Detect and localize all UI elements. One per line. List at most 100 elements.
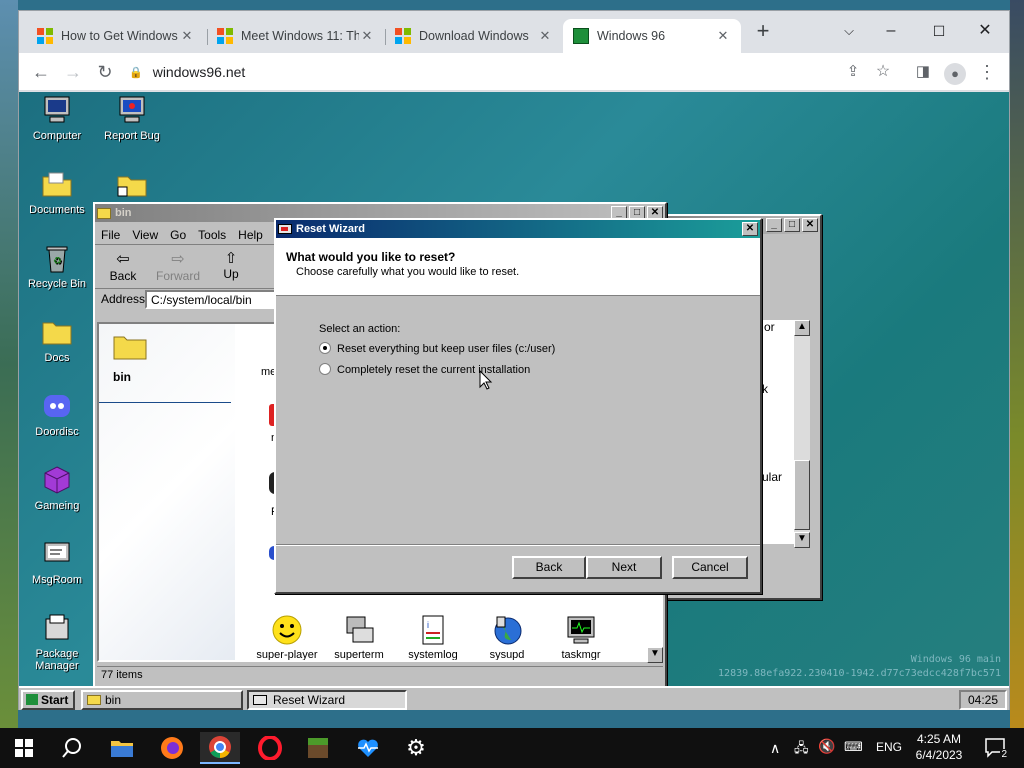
desktop-icon-docs[interactable]: Docs bbox=[19, 316, 95, 364]
scroll-thumb[interactable] bbox=[794, 460, 810, 530]
close-tab-icon[interactable]: ✕ bbox=[715, 28, 731, 44]
maximize-icon[interactable]: □ bbox=[784, 218, 800, 232]
desktop-icon-documents[interactable]: Documents bbox=[19, 168, 95, 216]
opera-icon[interactable] bbox=[250, 732, 290, 764]
task-button-bin[interactable]: bin bbox=[81, 690, 243, 710]
desktop-icon-gameing[interactable]: Gameing bbox=[19, 464, 95, 512]
system-clock[interactable]: 4:25 AM 6/4/2023 bbox=[908, 731, 970, 763]
task-button-reset-wizard[interactable]: Reset Wizard bbox=[247, 690, 407, 710]
recycle-bin-icon: ♻ bbox=[41, 242, 73, 274]
settings-gear-icon[interactable]: ⚙ bbox=[396, 732, 436, 764]
back-arrow-icon: ⇦ bbox=[116, 251, 130, 268]
vertical-scrollbar[interactable]: ▲ ▼ bbox=[794, 320, 810, 548]
close-tab-icon[interactable]: ✕ bbox=[179, 28, 195, 44]
minimize-button[interactable]: – bbox=[871, 17, 911, 45]
wizard-subheading: Choose carefully what you would like to … bbox=[296, 266, 520, 278]
desktop-icon-doordisc[interactable]: Doordisc bbox=[19, 390, 95, 438]
desktop-icon-msgroom[interactable]: MsgRoom bbox=[19, 538, 95, 586]
folder-small-icon bbox=[97, 207, 111, 219]
back-label: Back bbox=[109, 269, 137, 283]
radio-option-full-reset[interactable]: Completely reset the current installatio… bbox=[319, 363, 530, 376]
radio-option-label: Completely reset the current installatio… bbox=[337, 364, 531, 376]
desktop-icon-label: Recycle Bin bbox=[27, 278, 87, 290]
close-icon[interactable]: ✕ bbox=[742, 222, 758, 236]
desktop-icon-report-bug[interactable]: Report Bug bbox=[94, 94, 170, 142]
back-button[interactable]: ⇦ Back bbox=[103, 249, 143, 283]
browser-tab[interactable]: How to Get Windows ✕ bbox=[27, 19, 205, 53]
scroll-down-icon[interactable]: ▼ bbox=[647, 647, 663, 663]
show-hidden-icons-icon[interactable]: ∧ bbox=[770, 740, 780, 757]
reload-icon[interactable]: ↻ bbox=[91, 59, 119, 85]
new-tab-button[interactable]: + bbox=[743, 17, 783, 45]
wizard-back-button[interactable]: Back bbox=[512, 556, 586, 579]
minecraft-icon[interactable] bbox=[298, 732, 338, 764]
menu-help[interactable]: Help bbox=[238, 228, 263, 244]
radio-option-keep-files[interactable]: Reset everything but keep user files (c:… bbox=[319, 342, 555, 355]
file-item-taskmgr[interactable]: taskmgr bbox=[545, 614, 617, 660]
wizard-next-button[interactable]: Next bbox=[586, 556, 662, 579]
tab-search-chevron-icon[interactable]: ⌵ bbox=[829, 17, 869, 45]
radio-option-label: Reset everything but keep user files (c:… bbox=[337, 343, 556, 355]
desktop-icon-shortcut[interactable] bbox=[94, 168, 170, 198]
chrome-icon[interactable] bbox=[200, 732, 240, 764]
menu-kebab-icon[interactable]: ⋮ bbox=[973, 59, 1001, 85]
file-item-super-player[interactable]: super-player bbox=[249, 614, 325, 660]
close-tab-icon[interactable]: ✕ bbox=[537, 28, 553, 44]
side-panel-icon[interactable]: ◨ bbox=[909, 59, 937, 85]
scroll-down-icon[interactable]: ▼ bbox=[794, 532, 810, 548]
file-item-superterm[interactable]: superterm bbox=[323, 614, 395, 660]
desktop-icon-computer[interactable]: Computer bbox=[19, 94, 95, 142]
scroll-up-icon[interactable]: ▲ bbox=[794, 320, 810, 336]
close-window-button[interactable]: ✕ bbox=[965, 17, 1005, 45]
maximize-button[interactable]: ☐ bbox=[919, 17, 959, 45]
menu-file[interactable]: File bbox=[101, 228, 120, 244]
health-heart-icon[interactable] bbox=[348, 732, 388, 764]
sidebar-folder-name: bin bbox=[113, 370, 131, 384]
keyboard-icon[interactable]: ⌨ bbox=[844, 739, 863, 755]
close-tab-icon[interactable]: ✕ bbox=[359, 28, 375, 44]
computer-icon bbox=[41, 94, 73, 126]
task-manager-icon bbox=[545, 614, 617, 649]
clock-date: 6/4/2023 bbox=[915, 748, 963, 762]
firefox-icon[interactable] bbox=[152, 732, 192, 764]
up-button[interactable]: ⇧ Up bbox=[213, 249, 249, 281]
svg-text:i: i bbox=[427, 620, 429, 630]
task-label: bin bbox=[105, 693, 122, 707]
desktop-icon-package-manager[interactable]: Package Manager bbox=[19, 612, 95, 672]
close-icon[interactable]: ✕ bbox=[802, 218, 818, 232]
forward-arrow-icon[interactable]: → bbox=[59, 59, 87, 85]
address-bar[interactable]: 🔒 windows96.net bbox=[129, 58, 909, 86]
search-icon[interactable] bbox=[52, 732, 92, 764]
tab-title: How to Get Windows bbox=[61, 29, 178, 43]
share-icon[interactable]: ⇪ bbox=[839, 59, 867, 85]
windows-start-icon[interactable] bbox=[4, 732, 44, 764]
volume-muted-icon[interactable]: 🔇 bbox=[818, 738, 835, 755]
action-prompt: Select an action: bbox=[319, 323, 401, 335]
wizard-cancel-button[interactable]: Cancel bbox=[672, 556, 748, 579]
browser-tab[interactable]: Download Windows ✕ bbox=[385, 19, 563, 53]
menu-view[interactable]: View bbox=[132, 228, 158, 244]
language-indicator[interactable]: ENG bbox=[876, 740, 902, 754]
menu-go[interactable]: Go bbox=[170, 228, 186, 244]
browser-tab-active[interactable]: Windows 96 ✕ bbox=[563, 19, 741, 53]
bookmark-star-icon[interactable]: ☆ bbox=[869, 59, 897, 85]
network-icon[interactable]: 🖧 bbox=[794, 739, 809, 761]
wizard-heading: What would you like to reset? bbox=[286, 250, 456, 264]
reset-wizard-dialog[interactable]: Reset Wizard ✕ What would you like to re… bbox=[274, 218, 762, 594]
url-text: windows96.net bbox=[152, 64, 246, 80]
file-explorer-icon[interactable] bbox=[102, 732, 142, 764]
browser-window: How to Get Windows ✕ Meet Windows 11: Th… bbox=[18, 10, 1010, 710]
minimize-icon[interactable]: _ bbox=[766, 218, 782, 232]
desktop-icon-recycle-bin[interactable]: ♻ Recycle Bin bbox=[19, 242, 95, 290]
profile-avatar-icon[interactable]: ● bbox=[941, 59, 969, 85]
file-label: systemlog bbox=[408, 649, 458, 661]
notification-center-icon[interactable]: 2 bbox=[984, 736, 1008, 760]
menu-tools[interactable]: Tools bbox=[198, 228, 226, 244]
browser-tab[interactable]: Meet Windows 11: Th ✕ bbox=[207, 19, 385, 53]
forward-button[interactable]: ⇨ Forward bbox=[153, 249, 203, 283]
start-button[interactable]: Start bbox=[21, 690, 75, 710]
file-item-systemlog[interactable]: i systemlog bbox=[397, 614, 469, 661]
host-desktop-right-edge bbox=[1010, 0, 1024, 728]
back-arrow-icon[interactable]: ← bbox=[27, 59, 55, 85]
file-item-sysupd[interactable]: sysupd bbox=[471, 614, 543, 660]
